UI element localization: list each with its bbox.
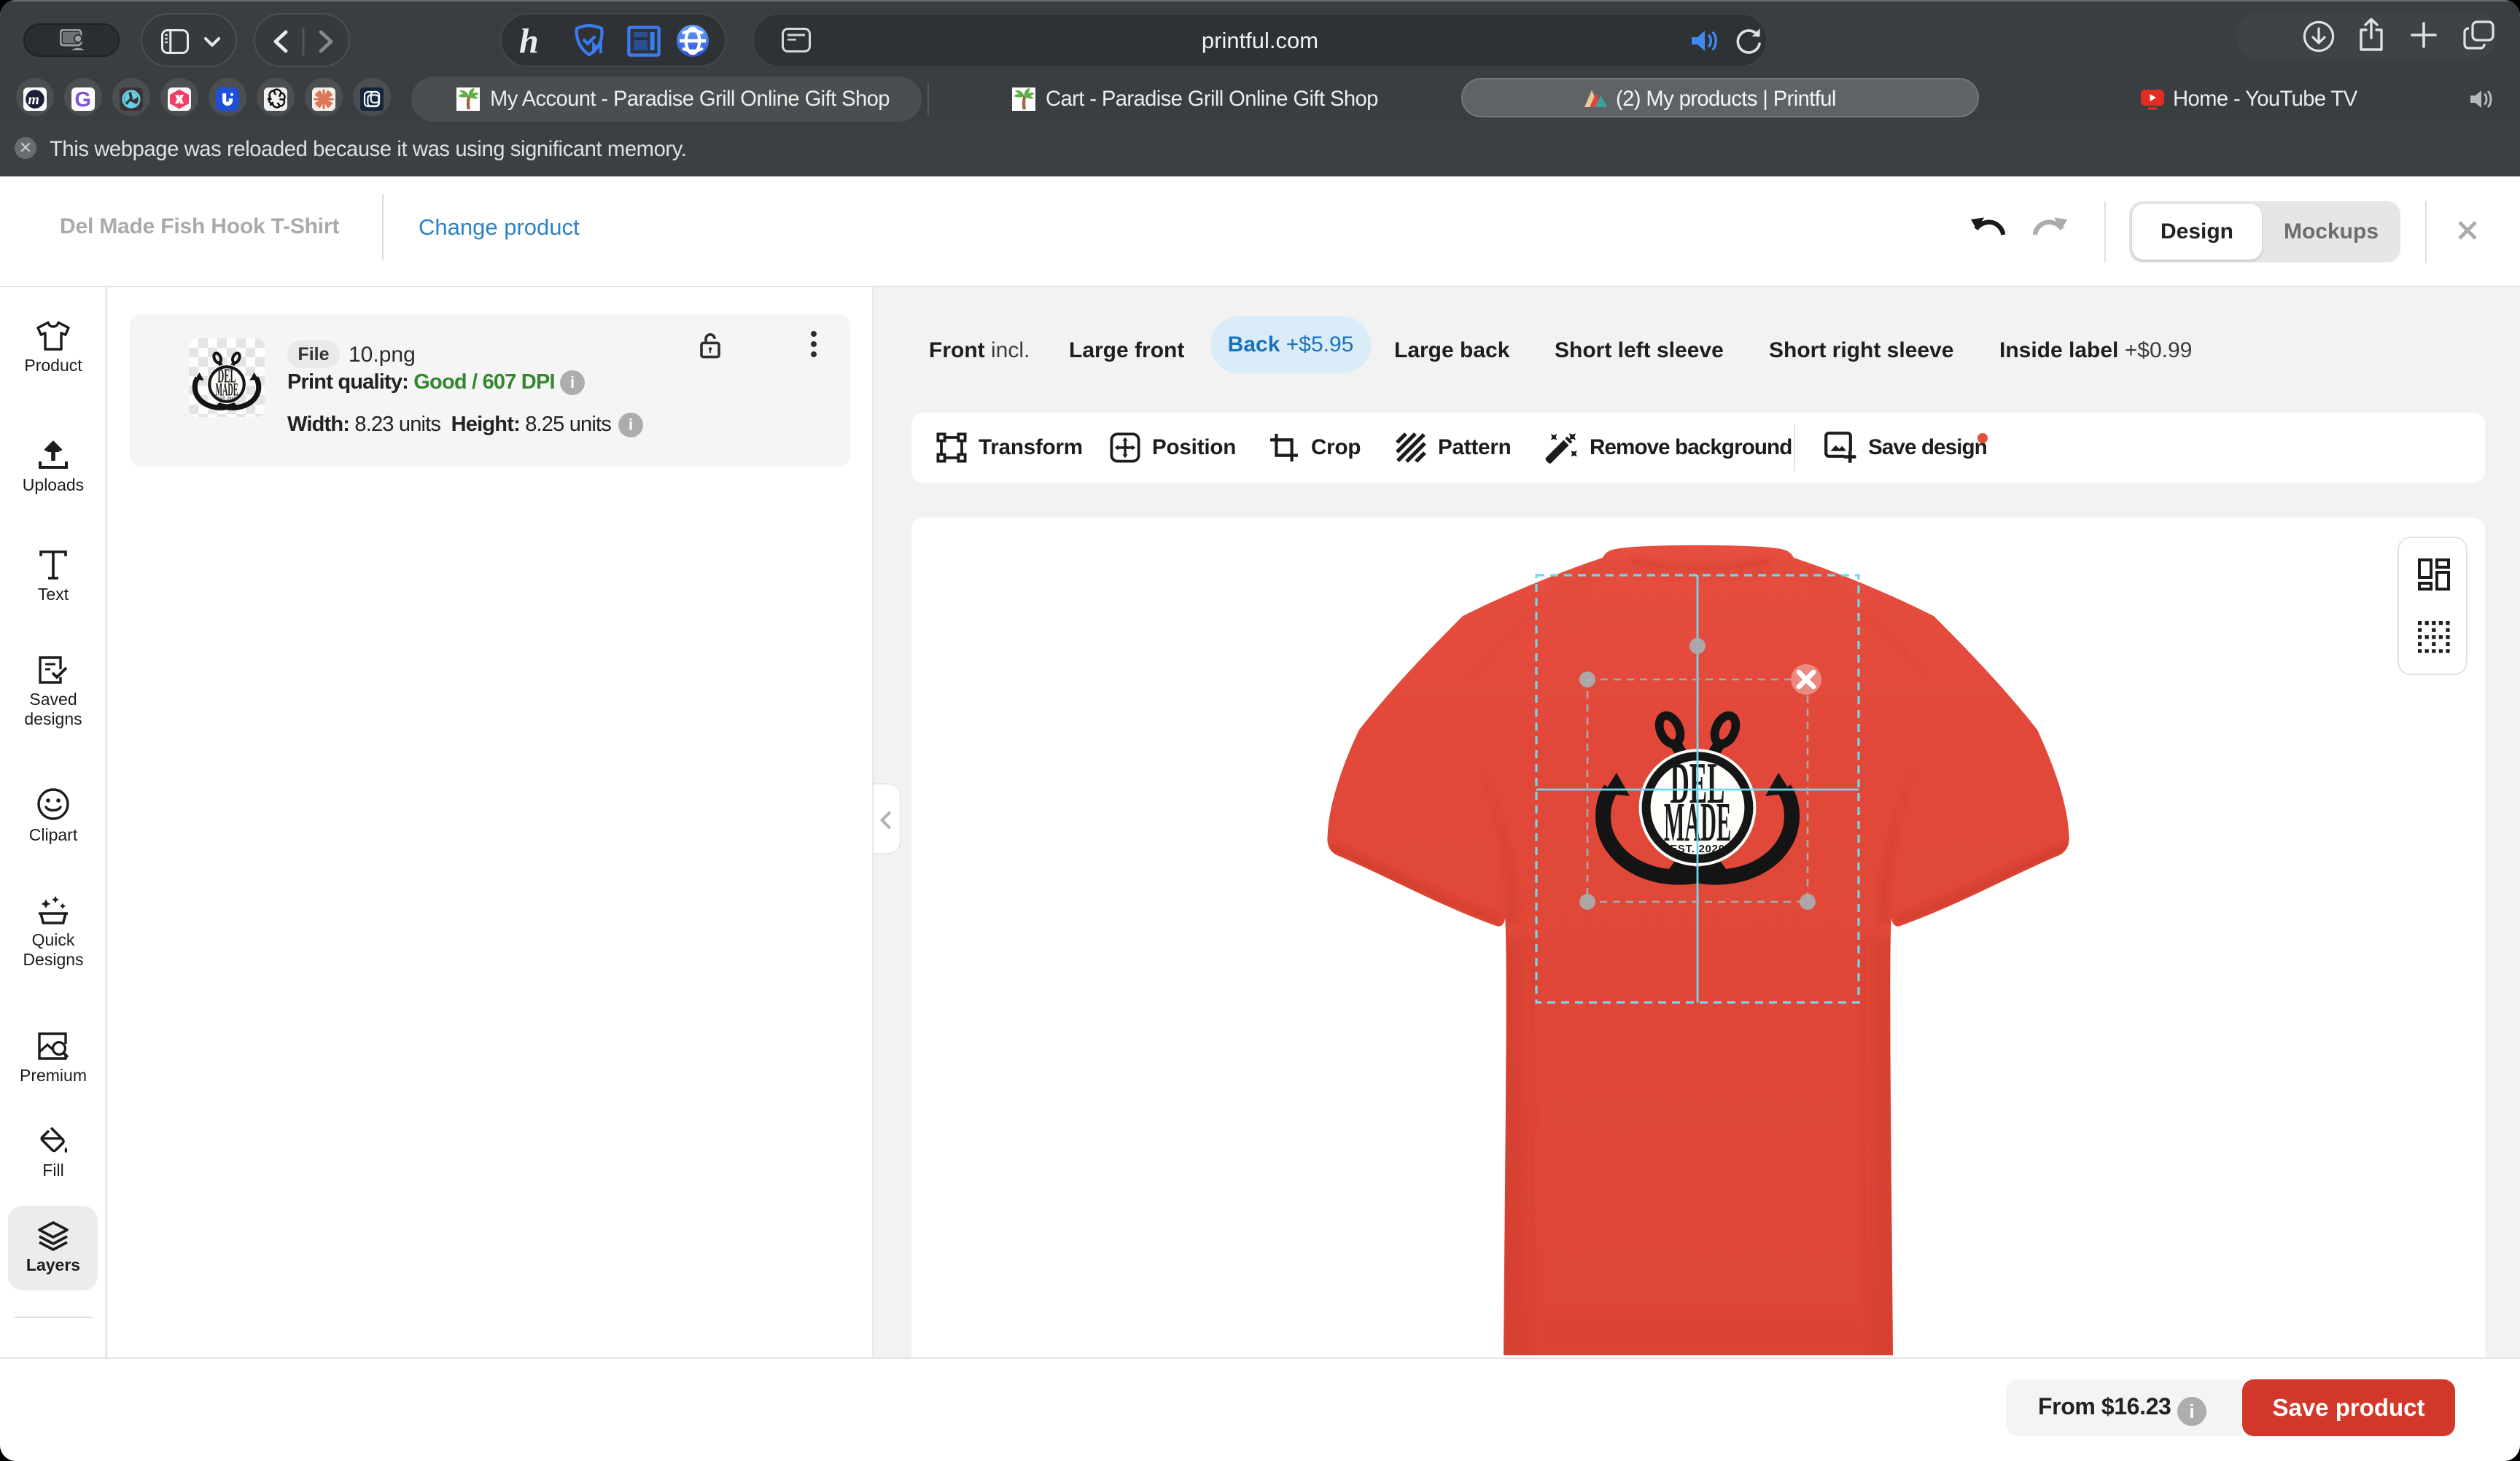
svg-text:h: h xyxy=(519,22,539,60)
svg-text:G: G xyxy=(74,88,91,111)
svg-text:m: m xyxy=(28,92,39,108)
